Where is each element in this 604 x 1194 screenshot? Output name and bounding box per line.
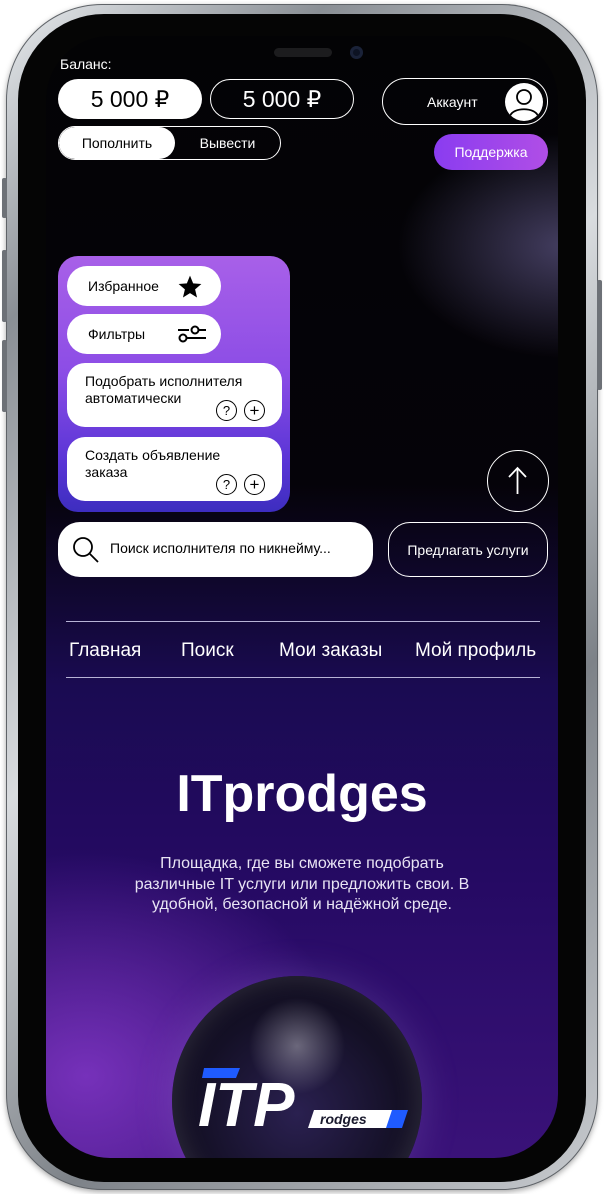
search-input[interactable]: Поиск исполнителя по никнейму...: [110, 540, 331, 556]
nav-item-search[interactable]: Поиск: [181, 640, 234, 662]
filters-button[interactable]: Фильтры: [67, 314, 221, 354]
create-order-ad-button[interactable]: Создать объявление заказа ? +: [67, 437, 282, 501]
auto-pick-contractor-button[interactable]: Подобрать исполнителя автоматически ? +: [67, 363, 282, 427]
scroll-up-button[interactable]: [487, 450, 549, 512]
nav-item-my-profile[interactable]: Мой профиль: [415, 640, 536, 662]
auto-pick-label: Подобрать исполнителя автоматически: [85, 373, 243, 406]
filters-label: Фильтры: [88, 326, 146, 342]
topup-withdraw-toggle: Пополнить Вывести: [58, 126, 281, 160]
search-bar[interactable]: Поиск исполнителя по никнейму...: [58, 522, 373, 577]
balance-primary[interactable]: 5 000 ₽: [58, 79, 202, 119]
favorites-label: Избранное: [88, 278, 159, 294]
phone-volume-up-button: [2, 250, 7, 322]
search-icon: [71, 535, 101, 565]
favorites-button[interactable]: Избранное: [67, 266, 221, 306]
app-screen: Баланс: 5 000 ₽ 5 000 ₽ Аккаунт Пополнит…: [46, 36, 558, 1158]
support-button[interactable]: Поддержка: [434, 134, 548, 170]
itprodges-logo: ITP rodges: [196, 1060, 416, 1140]
help-icon[interactable]: ?: [216, 400, 237, 421]
actions-menu-card: Избранное Фильтры Подобрать исполнителя …: [58, 256, 290, 512]
phone-volume-down-button: [2, 340, 7, 412]
avatar: [505, 83, 543, 121]
user-icon: [509, 89, 539, 117]
add-icon[interactable]: +: [244, 474, 265, 495]
arrow-up-icon: [508, 466, 527, 494]
create-ad-label: Создать объявление заказа: [85, 447, 221, 480]
filter-sliders-icon: [178, 325, 206, 343]
logo-text-big: ITP: [198, 1071, 295, 1140]
balance-secondary[interactable]: 5 000 ₽: [210, 79, 354, 119]
star-icon: [178, 275, 202, 298]
account-label: Аккаунт: [427, 94, 478, 110]
nav-divider-top: [66, 621, 540, 622]
logo-text-small: rodges: [320, 1111, 367, 1127]
phone-side-button: [2, 178, 7, 218]
hero-title: ITprodges: [176, 765, 428, 823]
offer-services-button[interactable]: Предлагать услуги: [388, 522, 548, 577]
nav-item-home[interactable]: Главная: [69, 640, 141, 662]
topup-tab[interactable]: Пополнить: [59, 127, 175, 159]
hero-description: Площадка, где вы сможете подобрать разли…: [134, 855, 470, 913]
help-icon[interactable]: ?: [216, 474, 237, 495]
front-camera: [350, 46, 363, 59]
account-button[interactable]: Аккаунт: [382, 78, 548, 125]
speaker-grille: [274, 48, 332, 57]
withdraw-tab[interactable]: Вывести: [175, 127, 280, 159]
nav-divider-bottom: [66, 677, 540, 678]
add-icon[interactable]: +: [244, 400, 265, 421]
phone-power-button: [597, 280, 602, 390]
balance-label: Баланс:: [60, 56, 112, 72]
nav-item-my-orders[interactable]: Мои заказы: [279, 640, 382, 662]
